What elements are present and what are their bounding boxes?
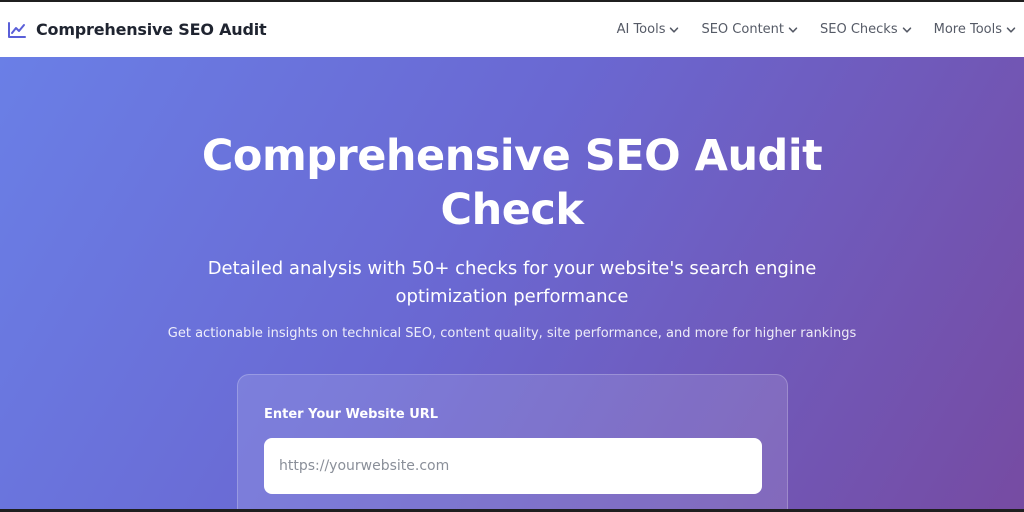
top-navbar: Comprehensive SEO Audit AI Tools SEO Con… [0, 0, 1024, 57]
chevron-down-icon [902, 26, 911, 33]
chevron-down-icon [788, 26, 798, 33]
chevron-down-icon [670, 26, 679, 33]
brand-title: Comprehensive SEO Audit [36, 20, 267, 39]
hero-note: Get actionable insights on technical SEO… [167, 326, 857, 341]
hero-subtitle: Detailed analysis with 50+ checks for yo… [207, 258, 817, 307]
trending-up-chart-icon [8, 21, 26, 38]
nav-ai-tools-label: AI Tools [616, 22, 666, 37]
nav-seo-content[interactable]: SEO Content [701, 22, 798, 37]
nav-ai-tools[interactable]: AI Tools [617, 22, 680, 37]
nav-more-tools-label: More Tools [933, 22, 1002, 37]
brand[interactable]: Comprehensive SEO Audit [7, 20, 267, 40]
nav-seo-content-label: SEO Content [701, 22, 785, 37]
nav-seo-checks-label: SEO Checks [820, 22, 898, 37]
chevron-down-icon [1006, 26, 1016, 33]
main-nav: AI Tools SEO Content SEO Checks More Too… [617, 22, 1016, 37]
url-input[interactable] [264, 438, 762, 494]
hero-section: Comprehensive SEO Audit Check Detailed a… [0, 57, 1024, 512]
hero-title: Comprehensive SEO Audit Check [201, 131, 823, 235]
url-form-card: Enter Your Website URL [237, 374, 788, 512]
nav-more-tools[interactable]: More Tools [934, 22, 1016, 37]
url-field-label: Enter Your Website URL [264, 407, 439, 422]
nav-seo-checks[interactable]: SEO Checks [820, 22, 912, 37]
